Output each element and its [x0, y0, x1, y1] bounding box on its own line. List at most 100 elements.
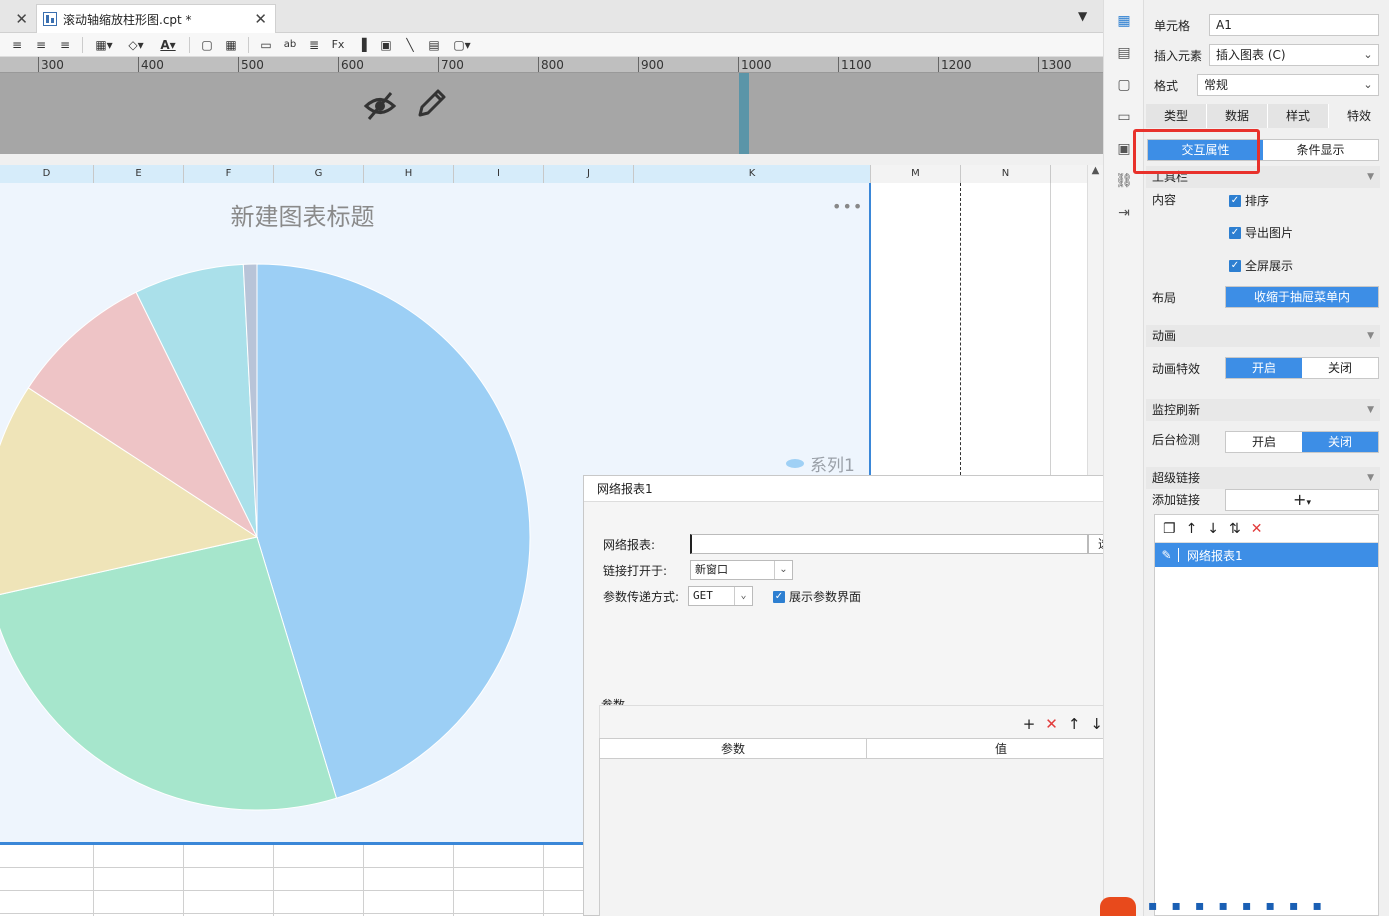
fullscreen-checkbox[interactable]: ✓ 全屏展示: [1229, 257, 1293, 274]
formula-icon[interactable]: Fx: [329, 36, 347, 54]
cell-properties-icon[interactable]: ▦: [1115, 12, 1133, 30]
report-input[interactable]: [690, 534, 1088, 554]
checkbox-icon[interactable]: ✓: [1229, 194, 1241, 207]
ime-icon[interactable]: ▪: [1172, 898, 1182, 914]
cell-icon[interactable]: ▢: [198, 36, 216, 54]
checkbox-icon[interactable]: ✓: [1229, 226, 1241, 239]
cell-element-icon[interactable]: ▢: [1115, 76, 1133, 94]
hyperlink-icon[interactable]: ⛓: [1115, 172, 1133, 190]
link-item[interactable]: ✎ 网络报表1: [1155, 543, 1378, 567]
ruler-label: 1100: [838, 57, 872, 72]
align-center-icon[interactable]: ≡: [32, 36, 50, 54]
text-ab-icon[interactable]: ab: [281, 36, 299, 54]
format-select[interactable]: 常规 ⌄: [1197, 74, 1379, 96]
column-header[interactable]: K: [634, 165, 871, 183]
grid-cells[interactable]: [0, 845, 583, 916]
column-header[interactable]: E: [94, 165, 184, 183]
column-headers: D E F G H I J K M N: [0, 165, 1103, 183]
table-icon[interactable]: ▦: [222, 36, 240, 54]
sort-icon[interactable]: ⇅: [1229, 521, 1241, 537]
edit-pencil-icon[interactable]: [414, 87, 448, 121]
tab-type[interactable]: 类型: [1146, 104, 1207, 128]
copy-icon[interactable]: ❐: [1163, 521, 1176, 537]
tab-active[interactable]: 滚动轴缩放柱形图.cpt * ✕: [36, 4, 276, 33]
column-header[interactable]: I: [454, 165, 544, 183]
move-down-icon[interactable]: ↓: [1207, 521, 1219, 537]
legend[interactable]: 系列1: [786, 451, 855, 476]
animation-off[interactable]: 关闭: [1302, 358, 1378, 378]
column-header[interactable]: J: [544, 165, 634, 183]
column-header[interactable]: 值: [867, 739, 1135, 758]
delete-icon[interactable]: ✕: [1251, 521, 1263, 537]
align-right-icon[interactable]: ≡: [56, 36, 74, 54]
sort-checkbox[interactable]: ✓ 排序: [1229, 192, 1269, 209]
ime-icon[interactable]: ▪: [1266, 898, 1276, 914]
subtab-condition[interactable]: 条件显示: [1263, 140, 1378, 160]
form-element-icon[interactable]: ▭: [1115, 108, 1133, 126]
fill-color-icon[interactable]: ◇▾: [123, 36, 149, 54]
add-icon[interactable]: +: [1023, 715, 1036, 733]
tab-list-icon[interactable]: ▼: [1078, 9, 1087, 23]
condition-icon[interactable]: ▣: [1115, 140, 1133, 158]
vertical-scrollbar[interactable]: ▲: [1087, 165, 1103, 475]
tab-effects[interactable]: 特效: [1329, 104, 1389, 128]
border-icon[interactable]: ▦▾: [91, 36, 117, 54]
input-icon[interactable]: ▭: [257, 36, 275, 54]
ime-icon[interactable]: ▪: [1219, 898, 1229, 914]
close-icon[interactable]: ✕: [254, 10, 267, 28]
delete-icon[interactable]: ✕: [1045, 715, 1058, 733]
layout-button[interactable]: 收缩于抽屉菜单内: [1225, 286, 1379, 308]
ime-icon[interactable]: ▪: [1313, 898, 1323, 914]
tab-style[interactable]: 样式: [1268, 104, 1329, 128]
show-param-checkbox[interactable]: ✓ 展示参数界面: [773, 588, 861, 605]
chart-icon[interactable]: ▐: [353, 36, 371, 54]
ime-icon[interactable]: ▪: [1195, 898, 1205, 914]
column-header[interactable]: G: [274, 165, 364, 183]
tab-data[interactable]: 数据: [1207, 104, 1268, 128]
move-up-icon[interactable]: ↑: [1186, 521, 1198, 537]
ime-icon[interactable]: ▪: [1289, 898, 1299, 914]
paragraph-icon[interactable]: ≣: [305, 36, 323, 54]
checkbox-icon[interactable]: ✓: [1229, 259, 1241, 272]
move-up-icon[interactable]: ↑: [1068, 715, 1081, 733]
animation-on[interactable]: 开启: [1226, 358, 1302, 378]
add-link-button[interactable]: +▾: [1225, 489, 1379, 511]
backend-on[interactable]: 开启: [1226, 432, 1302, 452]
sogou-logo-icon[interactable]: [1100, 897, 1136, 916]
slash-icon[interactable]: ╲: [401, 36, 419, 54]
column-header[interactable]: D: [0, 165, 94, 183]
move-down-icon[interactable]: ↓: [1090, 715, 1103, 733]
column-header[interactable]: F: [184, 165, 274, 183]
ime-icon[interactable]: ▪: [1242, 898, 1252, 914]
monitor-section[interactable]: 监控刷新 ▼: [1146, 399, 1380, 421]
backend-off[interactable]: 关闭: [1302, 432, 1378, 452]
tab-previous[interactable]: ✕: [0, 4, 36, 33]
insert-select[interactable]: 插入图表 (C) ⌄: [1209, 44, 1379, 66]
subreport-icon[interactable]: ▤: [425, 36, 443, 54]
font-color-icon[interactable]: A▾: [155, 36, 181, 54]
scroll-up-icon[interactable]: ▲: [1088, 165, 1103, 176]
ime-icon[interactable]: ▪: [1148, 898, 1158, 914]
align-left-icon[interactable]: ≡: [8, 36, 26, 54]
cell-field[interactable]: A1: [1209, 14, 1379, 36]
close-icon[interactable]: ✕: [15, 10, 28, 28]
edit-pencil-icon[interactable]: ✎: [1155, 548, 1179, 562]
hyperlink-section[interactable]: 超级链接 ▼: [1146, 467, 1380, 489]
column-header[interactable]: 参数: [600, 739, 867, 758]
column-header[interactable]: M: [871, 165, 961, 183]
widget-properties-icon[interactable]: ▤: [1115, 44, 1133, 62]
animation-section[interactable]: 动画 ▼: [1146, 325, 1380, 347]
column-header[interactable]: N: [961, 165, 1051, 183]
image-icon[interactable]: ▣: [377, 36, 395, 54]
frame-icon[interactable]: ▢▾: [449, 36, 475, 54]
param-method-select[interactable]: GET ⌄: [688, 586, 753, 606]
column-marker[interactable]: [739, 73, 749, 154]
grid-cells[interactable]: [871, 183, 1087, 475]
hide-eye-icon[interactable]: [363, 89, 397, 123]
checkbox-icon[interactable]: ✓: [773, 590, 785, 603]
column-header[interactable]: H: [364, 165, 454, 183]
params-table[interactable]: 参数 值: [599, 738, 1136, 916]
export-image-checkbox[interactable]: ✓ 导出图片: [1229, 224, 1293, 241]
open-in-select[interactable]: 新窗口 ⌄: [690, 560, 793, 580]
export-icon[interactable]: ⇥: [1115, 204, 1133, 222]
